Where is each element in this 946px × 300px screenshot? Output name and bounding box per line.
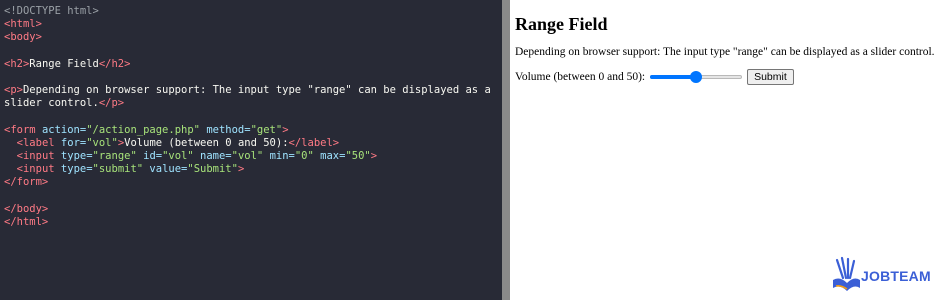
- code-token: value=: [143, 163, 188, 176]
- code-line: <input type="submit" value="Submit">: [4, 163, 502, 176]
- code-token: method=: [200, 123, 251, 136]
- code-editor[interactable]: <!DOCTYPE html> <html> <body> <h2>Range Fi…: [0, 0, 502, 300]
- code-token: Depending on browser support: The input …: [22, 84, 491, 97]
- open-book-icon: [833, 256, 860, 291]
- code-token: <html>: [4, 18, 42, 31]
- code-token: </label>: [288, 136, 340, 149]
- code-line: </html>: [4, 216, 502, 229]
- code-token: <!DOCTYPE html>: [4, 5, 99, 17]
- code-token: <input: [16, 150, 61, 163]
- code-token: <label: [16, 136, 61, 149]
- code-token: "submit": [92, 163, 144, 176]
- code-token: type=: [60, 163, 93, 176]
- code-token: "0": [294, 150, 314, 163]
- code-line: slider control.</p>: [4, 97, 502, 110]
- slider-thumb[interactable]: [690, 71, 703, 83]
- code-token: Range Field: [29, 57, 99, 70]
- code-line: <label for="vol">Volume (between 0 and 5…: [4, 137, 502, 150]
- code-token: slider control.: [4, 97, 99, 110]
- code-token: max=: [313, 150, 346, 163]
- page-heading: Range Field: [515, 14, 608, 34]
- code-line: </form>: [4, 176, 502, 189]
- result-preview: Range Field Depending on browser support…: [515, 0, 946, 300]
- code-line: </body>: [4, 203, 502, 216]
- volume-label: Volume (between 0 and 50):: [515, 71, 646, 83]
- code-token: "/action_page.php": [86, 123, 200, 136]
- code-line: <input type="range" id="vol" name="vol" …: [4, 150, 502, 163]
- submit-button[interactable]: Submit: [747, 69, 794, 85]
- code-token: "range": [92, 150, 137, 163]
- code-token: "get": [250, 123, 283, 136]
- code-line: <form action="/action_page.php" method="…: [4, 124, 502, 137]
- code-token: id=: [136, 150, 163, 163]
- code-token: type=: [60, 150, 93, 163]
- code-token: >: [370, 150, 378, 163]
- code-token: >: [282, 123, 289, 136]
- description-paragraph: Depending on browser support: The input …: [515, 46, 935, 58]
- code-token: </html>: [4, 216, 49, 228]
- code-token: for=: [60, 136, 87, 149]
- code-token: "vol": [86, 136, 118, 149]
- code-token: "Submit": [187, 163, 238, 176]
- code-token: min=: [263, 150, 295, 163]
- code-token: Volume (between 0 and 50):: [124, 136, 289, 149]
- volume-form: Volume (between 0 and 50): Submit: [515, 69, 946, 85]
- code-token: name=: [193, 150, 232, 163]
- code-token: <form: [4, 123, 42, 136]
- code-token: >: [237, 163, 245, 176]
- code-line: <body>: [4, 31, 502, 44]
- code-token: </body>: [4, 202, 49, 215]
- code-token: "vol": [162, 150, 194, 163]
- code-line: <html>: [4, 18, 502, 31]
- code-line: <!DOCTYPE html>: [4, 5, 502, 18]
- code-token: </form>: [4, 176, 49, 189]
- code-token: <body>: [4, 31, 42, 44]
- logo-text: JOBTEAM: [861, 268, 931, 284]
- code-token: <p>: [4, 84, 23, 97]
- code-token: <h2>: [4, 57, 30, 70]
- code-token: </h2>: [98, 57, 131, 70]
- code-line: <h2>Range Field</h2>: [4, 58, 502, 71]
- code-token: "50": [345, 150, 371, 163]
- code-token: </p>: [98, 97, 125, 110]
- code-line: <p>Depending on browser support: The inp…: [4, 84, 502, 97]
- jobteam-logo: JOBTEAM: [831, 256, 931, 294]
- code-token: "vol": [231, 150, 264, 163]
- volume-slider[interactable]: [650, 71, 743, 83]
- code-token: <input: [16, 163, 61, 176]
- pane-divider[interactable]: [502, 0, 510, 300]
- code-token: action=: [41, 123, 87, 136]
